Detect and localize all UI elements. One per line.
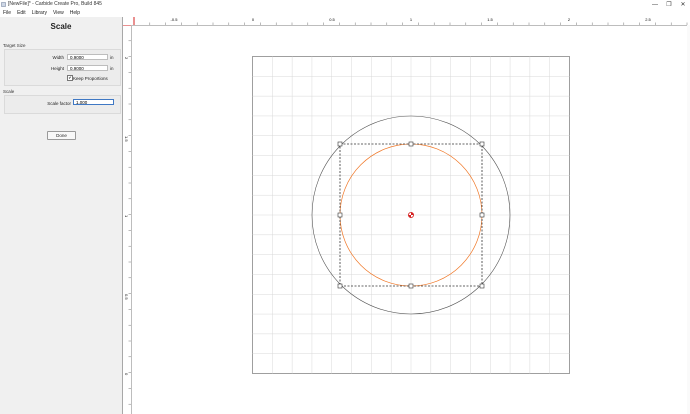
left-ruler-label: 0.5 — [124, 294, 129, 300]
maximize-button[interactable]: ❐ — [662, 0, 676, 9]
top-ruler-label: 1.5 — [487, 17, 493, 22]
height-input[interactable] — [67, 65, 108, 71]
resize-handle[interactable] — [408, 283, 414, 289]
menu-bar: File Edit Library View Help — [0, 9, 690, 17]
top-ruler: -0.5 0 0.5 1 1.5 2 2.5 — [123, 17, 690, 26]
left-ruler-label: 1 — [124, 215, 129, 218]
scale-factor-input[interactable] — [73, 99, 114, 105]
top-ruler-ticks: -0.5 0 0.5 1 1.5 2 2.5 — [133, 17, 688, 25]
keep-proportions-label: Keep Proportions — [73, 75, 108, 81]
menu-help[interactable]: Help — [67, 9, 83, 17]
menu-edit[interactable]: Edit — [14, 9, 29, 17]
target-size-label: Target Size — [3, 43, 26, 48]
window-title: [NewFile]* - Carbide Create Pro, Build 8… — [8, 1, 102, 7]
resize-handle[interactable] — [337, 141, 343, 147]
scale-section-label: Scale — [3, 89, 15, 94]
top-ruler-label: 0.5 — [329, 17, 335, 22]
title-bar: [NewFile]* - Carbide Create Pro, Build 8… — [0, 0, 690, 9]
design-canvas[interactable] — [132, 26, 690, 414]
close-button[interactable]: ✕ — [676, 0, 690, 9]
width-unit: in — [110, 55, 114, 60]
origin-marker-icon[interactable] — [407, 211, 414, 218]
top-ruler-label: 2.5 — [645, 17, 651, 22]
panel-title: Scale — [50, 22, 72, 31]
resize-handle[interactable] — [479, 212, 485, 218]
height-label: Height — [50, 66, 64, 71]
app-icon — [1, 1, 6, 7]
left-ruler: 2 1.5 1 0.5 0 — [123, 25, 132, 414]
left-ruler-label: 2 — [124, 57, 129, 60]
width-label: Width — [52, 55, 64, 60]
top-ruler-label: -0.5 — [171, 17, 179, 22]
height-unit: in — [110, 66, 114, 71]
done-button[interactable]: Done — [47, 131, 76, 140]
minimize-button[interactable]: — — [648, 0, 662, 9]
top-ruler-label: 1 — [410, 17, 413, 22]
left-ruler-ticks: 2 1.5 1 0.5 0 — [123, 25, 131, 405]
resize-handle[interactable] — [337, 283, 343, 289]
resize-handle[interactable] — [479, 283, 485, 289]
scale-panel: Scale Target Size Width in Height in ✔ K… — [0, 17, 123, 414]
top-ruler-label: 2 — [568, 17, 571, 22]
menu-view[interactable]: View — [50, 9, 67, 17]
left-ruler-label: 1.5 — [124, 136, 129, 142]
left-ruler-label: 0 — [124, 373, 129, 376]
resize-handle[interactable] — [408, 141, 414, 147]
top-ruler-label: 0 — [252, 17, 255, 22]
window-controls: — ❐ ✕ — [648, 0, 690, 9]
scale-factor-label: Scale factor — [47, 101, 71, 106]
canvas-svg — [252, 56, 570, 374]
resize-handle[interactable] — [479, 141, 485, 147]
menu-library[interactable]: Library — [29, 9, 50, 17]
resize-handle[interactable] — [337, 212, 343, 218]
width-input[interactable] — [67, 54, 108, 60]
menu-file[interactable]: File — [0, 9, 14, 17]
